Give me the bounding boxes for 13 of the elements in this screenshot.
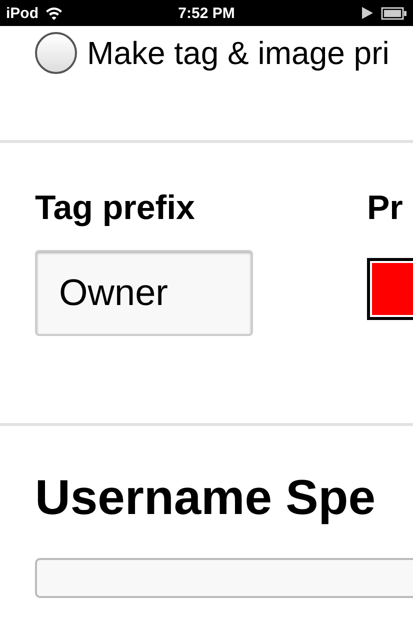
play-icon — [362, 7, 373, 19]
carrier-name: iPod — [6, 4, 38, 22]
battery-icon — [381, 6, 407, 20]
radio-label: Make tag & image pri — [87, 34, 390, 72]
section-heading: Username Spe — [35, 470, 376, 526]
field-label: Pr — [367, 189, 403, 228]
input-field[interactable] — [35, 558, 413, 598]
color-swatch[interactable] — [367, 258, 413, 320]
field-label: Tag prefix — [35, 189, 195, 228]
clock-time: 7:52 PM — [178, 4, 235, 22]
wifi-icon — [44, 6, 62, 20]
input-field[interactable]: Owner — [35, 250, 253, 336]
radio-button[interactable] — [35, 32, 77, 74]
